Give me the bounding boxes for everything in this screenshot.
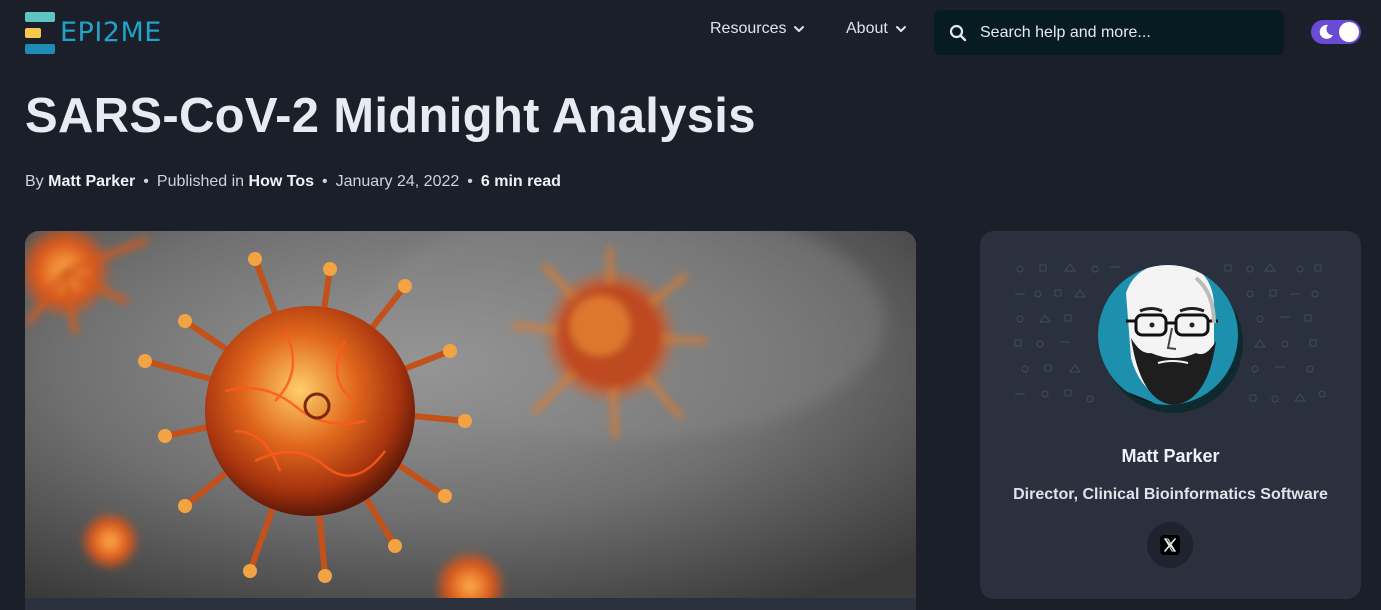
publish-date: January 24, 2022 <box>335 173 460 190</box>
hero-image <box>25 231 916 610</box>
site-logo[interactable]: EPI2ME <box>25 12 162 54</box>
nav-about[interactable]: About <box>846 20 908 38</box>
meta-separator: • <box>322 173 328 190</box>
author-link[interactable]: Matt Parker <box>48 173 135 191</box>
moon-icon <box>1319 24 1333 39</box>
x-twitter-icon <box>1160 535 1180 555</box>
category-link[interactable]: How Tos <box>249 173 314 191</box>
author-card: Matt Parker Director, Clinical Bioinform… <box>980 231 1361 599</box>
page: EPI2ME Resources About SARS-CoV-2 Midnig… <box>0 0 1381 610</box>
meta-separator: • <box>467 173 473 190</box>
x-twitter-button[interactable] <box>1147 522 1193 568</box>
coronavirus-illustration <box>25 231 916 610</box>
author-role: Director, Clinical Bioinformatics Softwa… <box>1013 486 1328 503</box>
logo-mark-icon <box>25 12 55 54</box>
nav-resources-label: Resources <box>710 20 787 37</box>
theme-toggle[interactable] <box>1311 20 1361 44</box>
author-name[interactable]: Matt Parker <box>980 446 1361 467</box>
hero-bottom-strip <box>25 598 916 610</box>
chevron-down-icon <box>794 26 805 32</box>
toggle-knob <box>1339 22 1359 42</box>
search-input[interactable] <box>978 22 1272 43</box>
read-time: 6 min read <box>480 173 561 190</box>
search-box[interactable] <box>934 10 1284 55</box>
by-prefix: By <box>25 173 44 190</box>
nav-resources[interactable]: Resources <box>710 20 806 38</box>
search-icon <box>949 24 967 41</box>
avatar <box>1096 263 1246 413</box>
nav-about-label: About <box>846 20 888 37</box>
meta-separator: • <box>143 173 149 190</box>
published-prefix: Published in <box>156 173 245 190</box>
article-title: SARS-CoV-2 Midnight Analysis <box>25 89 756 143</box>
logo-text: EPI2ME <box>60 17 162 48</box>
chevron-down-icon <box>895 26 906 32</box>
article-meta: By Matt Parker • Published in How Tos • … <box>25 173 561 191</box>
